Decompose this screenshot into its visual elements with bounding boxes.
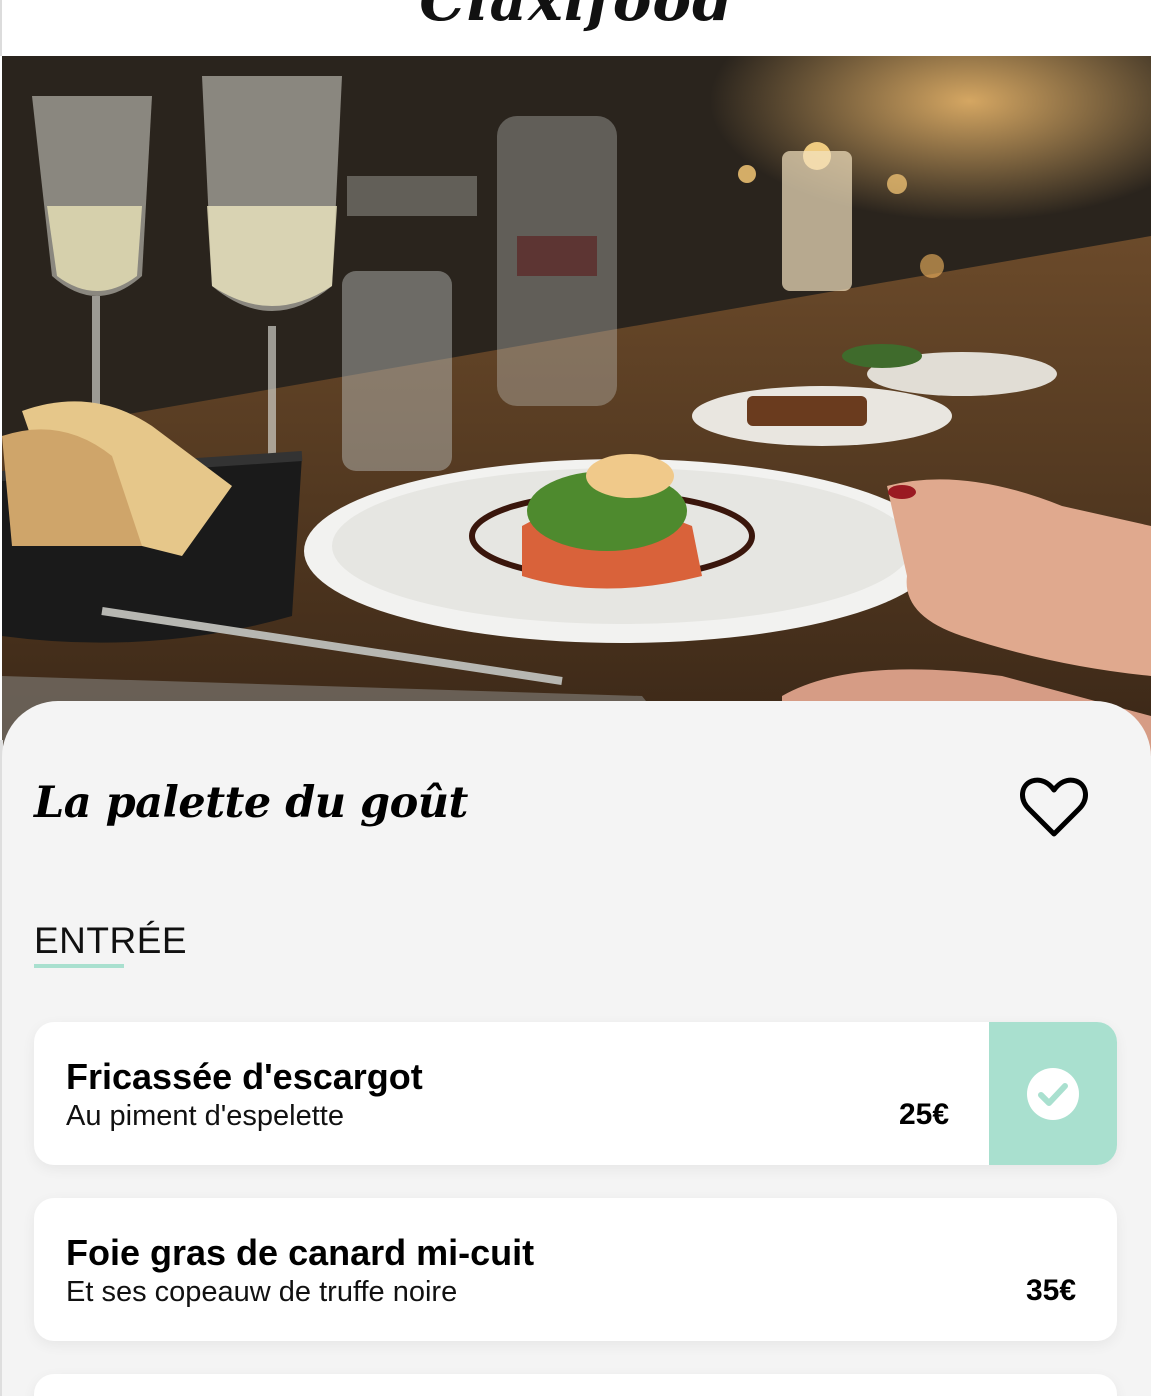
menu-item-card[interactable]: Foie gras de canard mi-cuit Et ses copea… [34, 1198, 1117, 1341]
menu-item-card[interactable]: Fricassée d'escargot Au piment d'espelet… [34, 1022, 1117, 1165]
app-screen: Claxifood La palette du goût ENTRÉE Fric… [0, 0, 1151, 1396]
restaurant-name: La palette du goût [34, 778, 468, 828]
heart-outline-icon[interactable] [1019, 776, 1089, 840]
menu-item-card[interactable] [34, 1374, 1117, 1396]
restaurant-hero-image [2, 56, 1151, 756]
selected-indicator[interactable] [989, 1022, 1117, 1165]
menu-item-description: Au piment d'espelette [66, 1100, 344, 1132]
brand-logo[interactable]: Claxifood [2, 0, 1151, 34]
menu-item-name: Foie gras de canard mi-cuit [66, 1232, 535, 1273]
section-underline [34, 964, 124, 968]
check-circle-icon [1027, 1067, 1079, 1120]
menu-item-name: Fricassée d'escargot [66, 1056, 423, 1097]
menu-item-price: 25€ [899, 1098, 950, 1131]
top-bar: Claxifood [0, 0, 1151, 56]
menu-item-description: Et ses copeauw de truffe noire [66, 1276, 458, 1308]
section-title-entree[interactable]: ENTRÉE [34, 920, 187, 962]
menu-item-price: 35€ [1026, 1274, 1077, 1307]
